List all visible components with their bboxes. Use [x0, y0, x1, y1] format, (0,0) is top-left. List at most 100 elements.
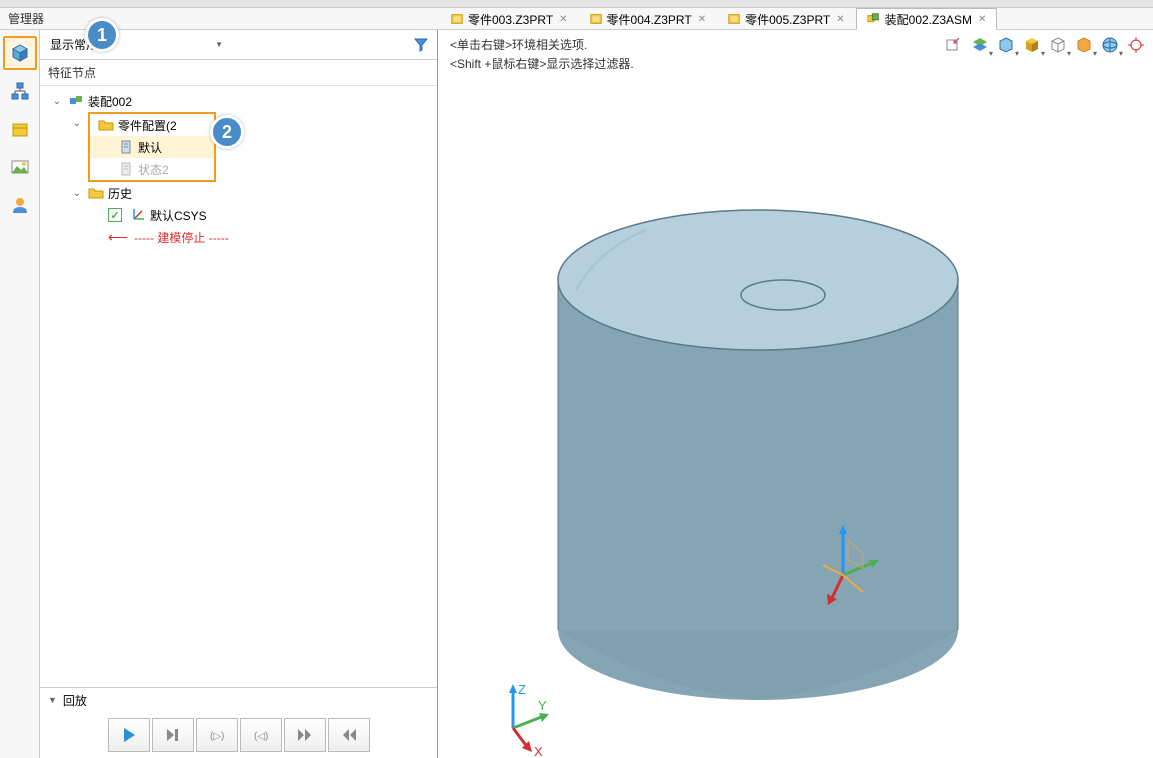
image-button[interactable]	[3, 150, 37, 184]
skip-forward-icon	[296, 726, 314, 744]
close-icon[interactable]: ✕	[836, 14, 844, 25]
collapse-icon[interactable]: ⌄	[50, 96, 64, 107]
feature-tree: ⌄ 装配002 ⌄ 零件配置(2 默认 状态2	[40, 86, 437, 687]
config-item-default[interactable]: 默认	[90, 136, 214, 158]
tree-label: 默认	[138, 139, 162, 156]
tree-label: 默认CSYS	[150, 207, 207, 224]
config-icon	[118, 161, 134, 177]
stop-text: ----- 建模停止 -----	[134, 229, 229, 246]
close-icon[interactable]: ✕	[559, 14, 567, 25]
skip-forward-button[interactable]	[284, 718, 326, 752]
tab-label: 零件004.Z3PRT	[607, 11, 692, 28]
globe-icon	[1101, 36, 1119, 54]
hierarchy-icon	[10, 81, 30, 101]
import-icon	[945, 36, 963, 54]
skip-back-icon	[340, 726, 358, 744]
model-csys-indicator	[813, 520, 873, 580]
collapse-icon[interactable]: ⌄	[70, 188, 84, 199]
viewport-toolbar	[943, 34, 1147, 56]
tab-label: 装配002.Z3ASM	[885, 11, 972, 28]
user-icon	[10, 195, 30, 215]
target-icon	[1127, 36, 1145, 54]
view-orientation-button[interactable]	[1021, 34, 1043, 56]
fast-forward-icon: (▷)	[208, 726, 226, 744]
tree-root-assembly[interactable]: ⌄ 装配002	[40, 90, 437, 112]
target-button[interactable]	[1125, 34, 1147, 56]
config-item-state2[interactable]: 状态2	[90, 158, 214, 180]
viewport-hints: <单击右键>环境相关选项. <Shift +鼠标右键>显示选择过滤器.	[450, 36, 634, 74]
tree-label: 状态2	[138, 161, 169, 178]
assembly-icon	[68, 93, 84, 109]
feature-tree-button[interactable]	[3, 36, 37, 70]
playback-label: 回放	[63, 692, 87, 709]
cube-wire-icon	[997, 36, 1015, 54]
rewind-loop-icon: (◁)	[252, 726, 270, 744]
display-mode-button[interactable]	[995, 34, 1017, 56]
hierarchy-button[interactable]	[3, 74, 37, 108]
tree-label: 零件配置(2	[118, 117, 177, 134]
filter-button[interactable]	[409, 33, 433, 57]
cube-icon	[9, 42, 31, 64]
axis-z-label: Z	[518, 682, 526, 697]
cube-solid-icon	[1023, 36, 1041, 54]
landscape-icon	[10, 157, 30, 177]
step-forward-button[interactable]	[152, 718, 194, 752]
close-icon[interactable]: ✕	[978, 14, 986, 25]
layers-button[interactable]	[969, 34, 991, 56]
part-icon	[589, 12, 603, 26]
hint-line-2: <Shift +鼠标右键>显示选择过滤器.	[450, 55, 634, 74]
assembly-icon	[867, 12, 881, 26]
svg-text:(▷): (▷)	[210, 731, 224, 742]
close-icon[interactable]: ✕	[698, 14, 706, 25]
play-icon	[120, 726, 138, 744]
tab-assembly002[interactable]: 装配002.Z3ASM ✕	[856, 8, 998, 30]
box-icon	[10, 119, 30, 139]
tab-part005[interactable]: 零件005.Z3PRT ✕	[717, 8, 856, 30]
import-button[interactable]	[943, 34, 965, 56]
collapse-icon[interactable]: ⌄	[70, 118, 84, 129]
tab-label: 零件003.Z3PRT	[468, 11, 553, 28]
axis-y-label: Y	[538, 698, 547, 713]
tab-part003[interactable]: 零件003.Z3PRT ✕	[440, 8, 579, 30]
step-forward-icon	[164, 726, 182, 744]
3d-viewport[interactable]: <单击右键>环境相关选项. <Shift +鼠标右键>显示选择过滤器.	[438, 30, 1153, 758]
visibility-checkbox[interactable]	[108, 208, 122, 222]
funnel-icon	[413, 37, 429, 53]
csys-icon	[130, 207, 146, 223]
config-highlight-box: 零件配置(2 默认 状态2	[88, 112, 216, 182]
tree-csys-item[interactable]: 默认CSYS	[40, 204, 437, 226]
callout-badge-2: 2	[210, 115, 244, 149]
modeling-stop-marker: ⟵ ----- 建模停止 -----	[40, 226, 437, 248]
tree-history-folder[interactable]: ⌄ 历史	[40, 182, 437, 204]
box-button[interactable]	[3, 112, 37, 146]
left-icon-toolbar	[0, 30, 40, 758]
playback-section-header[interactable]: 回放	[40, 688, 437, 712]
tree-label: 装配002	[88, 93, 132, 110]
shaded-button[interactable]	[1073, 34, 1095, 56]
part-icon	[727, 12, 741, 26]
layers-icon	[971, 36, 989, 54]
viewport-axis-indicator: Z Y X	[488, 678, 548, 738]
arrow-left-icon: ⟵	[108, 229, 128, 246]
axis-x-label: X	[534, 744, 543, 758]
tree-label: 历史	[108, 185, 132, 202]
fast-forward-button[interactable]: (▷)	[196, 718, 238, 752]
part-icon	[450, 12, 464, 26]
playback-controls: (▷) (◁)	[40, 712, 437, 758]
play-button[interactable]	[108, 718, 150, 752]
hex-icon	[1075, 36, 1093, 54]
rewind-loop-button[interactable]: (◁)	[240, 718, 282, 752]
wireframe-icon	[1049, 36, 1067, 54]
svg-text:(◁): (◁)	[254, 731, 268, 742]
tab-part004[interactable]: 零件004.Z3PRT ✕	[579, 8, 718, 30]
callout-badge-1: 1	[85, 18, 119, 52]
config-icon	[118, 139, 134, 155]
user-button[interactable]	[3, 188, 37, 222]
globe-button[interactable]	[1099, 34, 1121, 56]
tree-config-folder[interactable]: 零件配置(2	[90, 114, 214, 136]
display-mode-dropdown[interactable]: 显示常用	[44, 34, 229, 56]
hint-line-1: <单击右键>环境相关选项.	[450, 36, 634, 55]
cylinder-model[interactable]	[538, 160, 978, 720]
skip-back-button[interactable]	[328, 718, 370, 752]
wireframe-button[interactable]	[1047, 34, 1069, 56]
